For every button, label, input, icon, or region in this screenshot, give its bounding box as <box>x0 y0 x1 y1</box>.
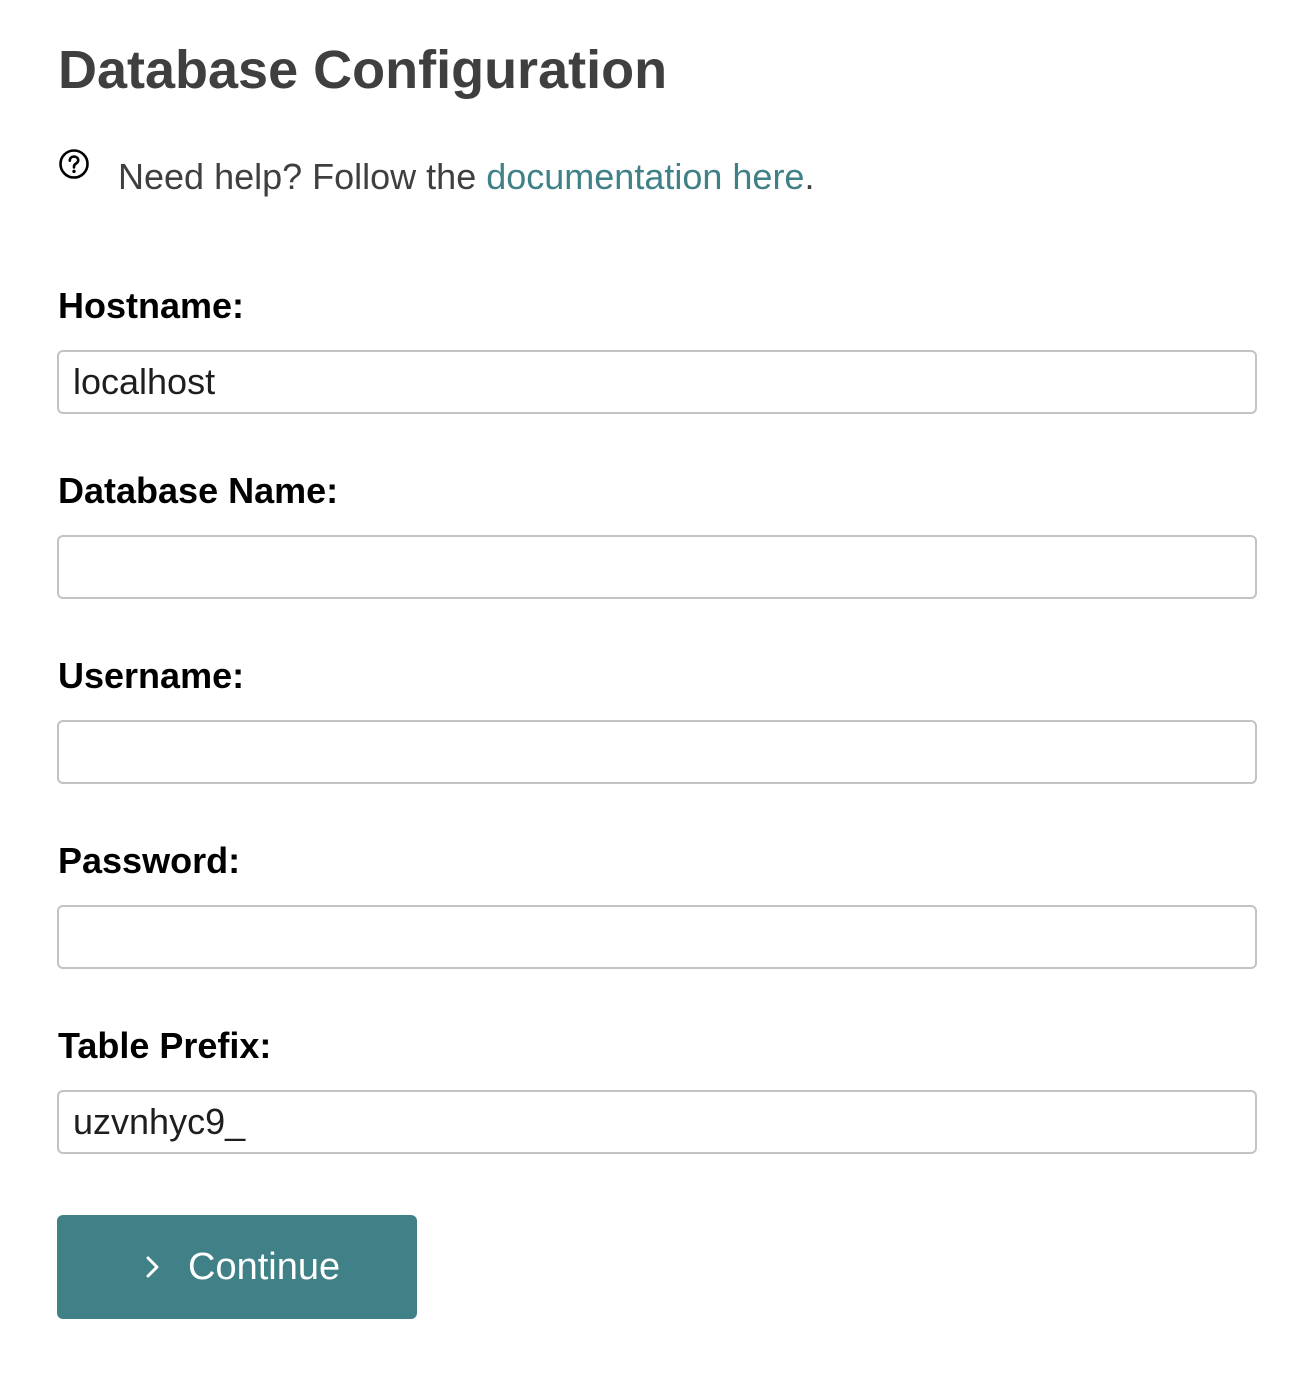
continue-button-label: Continue <box>188 1246 341 1288</box>
table-prefix-input[interactable] <box>57 1090 1257 1154</box>
hostname-label: Hostname: <box>58 285 245 326</box>
table-prefix-label: Table Prefix: <box>58 1025 272 1066</box>
help-text-suffix: . <box>804 156 815 197</box>
help-text: Need help? Follow the documentation here… <box>118 156 814 198</box>
chevron-right-icon <box>146 1256 159 1278</box>
continue-button[interactable]: Continue <box>57 1215 417 1319</box>
help-text-prefix: Need help? Follow the <box>118 156 487 197</box>
database-name-input[interactable] <box>57 535 1257 599</box>
password-label: Password: <box>58 840 241 881</box>
help-notice: Need help? Follow the documentation here… <box>58 148 1258 198</box>
page-title: Database Configuration <box>58 40 668 100</box>
username-input[interactable] <box>57 720 1257 784</box>
username-label: Username: <box>58 655 245 696</box>
database-name-label: Database Name: <box>58 470 339 511</box>
documentation-link[interactable]: documentation here <box>486 156 804 197</box>
hostname-input[interactable] <box>57 350 1257 414</box>
password-input[interactable] <box>57 905 1257 969</box>
question-circle-icon <box>59 149 89 179</box>
